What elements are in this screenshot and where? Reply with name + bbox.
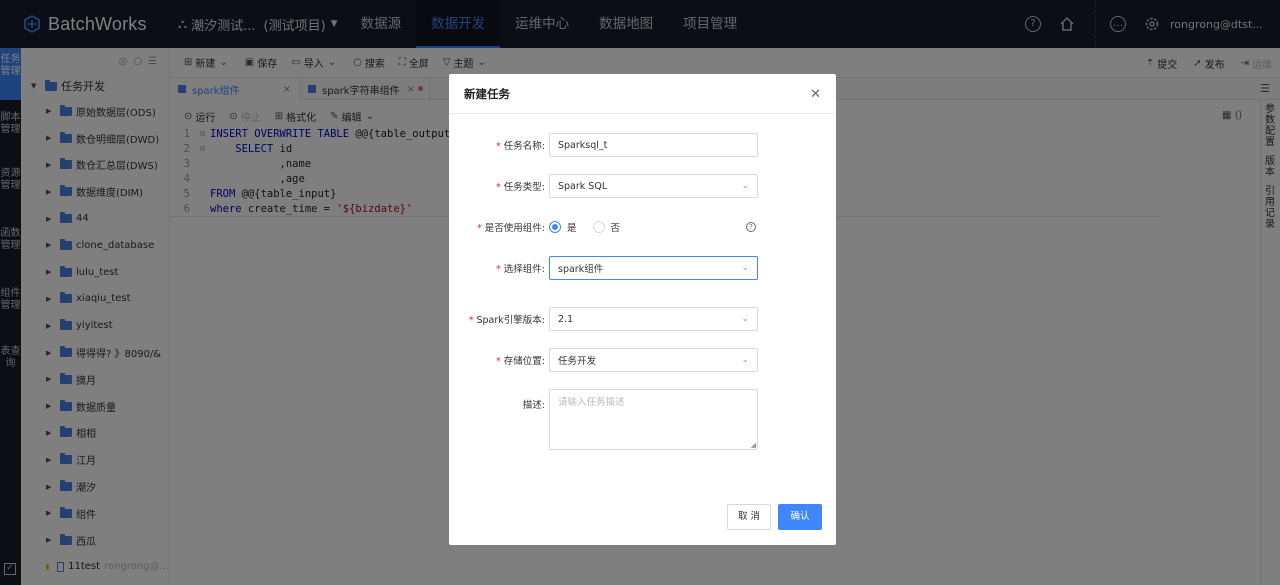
label-text: 是否使用组件 (484, 223, 542, 234)
resize-handle-icon[interactable]: ◢ (751, 441, 756, 449)
chevron-down-icon: ⌄ (741, 355, 749, 365)
radio-no[interactable]: 否 (592, 220, 621, 234)
location-select[interactable]: 任务开发 ⌄ (549, 348, 758, 372)
label-text: 选择组件 (503, 264, 542, 275)
component-select[interactable]: spark组件 ⌄ (549, 256, 758, 280)
radio-yes[interactable]: 是 (549, 220, 577, 234)
task-name-label: * 任务名称: (496, 141, 545, 152)
modal-footer: 取 消 确认 (449, 504, 836, 531)
description-textarea[interactable]: 请输入任务描述 ◢ (549, 389, 758, 450)
use-component-row: * 是否使用组件: 是 否 ? (449, 220, 836, 234)
radio-label: 否 (610, 223, 621, 234)
location-row: * 存储位置: 任务开发 ⌄ (449, 348, 836, 372)
location-label: * 存储位置: (496, 356, 545, 367)
required-mark: * (477, 223, 482, 234)
close-icon[interactable]: ✕ (810, 87, 821, 102)
component-row: * 选择组件: spark组件 ⌄ (449, 256, 836, 280)
chevron-down-icon: ⌄ (741, 263, 749, 273)
new-task-modal: 新建任务 ✕ * 任务名称: Sparksql_t * 任务类型: Spark SQ… (449, 74, 836, 545)
cancel-button[interactable]: 取 消 (727, 504, 771, 530)
task-type-label: * 任务类型: (496, 182, 545, 193)
task-type-row: * 任务类型: Spark SQL ⌄ (449, 174, 836, 198)
select-value: 2.1 (558, 313, 574, 325)
engine-version-row: * Spark引擎版本: 2.1 ⌄ (449, 307, 836, 331)
label-text: 任务类型 (503, 182, 542, 193)
required-mark: * (496, 356, 501, 367)
use-component-label: * 是否使用组件: (477, 223, 545, 234)
task-type-select[interactable]: Spark SQL ⌄ (549, 174, 758, 198)
radio-unchecked-icon (592, 221, 605, 233)
modal-title: 新建任务 (464, 86, 510, 101)
description-row: 描述: 请输入任务描述 ◢ (449, 389, 836, 450)
component-label: * 选择组件: (496, 264, 545, 275)
label-text: 存储位置 (503, 356, 542, 367)
label-text: Spark引擎版本 (476, 315, 542, 326)
required-mark: * (496, 141, 501, 152)
select-value: spark组件 (558, 264, 604, 275)
radio-label: 是 (567, 223, 577, 234)
confirm-button[interactable]: 确认 (778, 504, 822, 530)
radio-checked-icon (549, 221, 561, 233)
chevron-down-icon: ⌄ (741, 181, 749, 191)
select-value: 任务开发 (558, 356, 597, 367)
description-label: 描述: (522, 400, 545, 411)
chevron-down-icon: ⌄ (741, 314, 749, 324)
task-name-row: * 任务名称: Sparksql_t (449, 133, 836, 157)
required-mark: * (468, 315, 474, 326)
engine-version-select[interactable]: 2.1 ⌄ (549, 307, 758, 331)
task-name-input[interactable]: Sparksql_t (549, 133, 758, 157)
required-mark: * (496, 264, 501, 275)
select-value: Spark SQL (558, 180, 608, 192)
required-mark: * (496, 182, 501, 193)
modal-header: 新建任务 ✕ (449, 74, 836, 114)
help-icon[interactable]: ? (746, 222, 756, 232)
label-text: 描述 (522, 400, 542, 411)
textarea-placeholder: 请输入任务描述 (558, 397, 625, 408)
engine-version-label: * Spark引擎版本: (468, 315, 545, 326)
label-text: 任务名称 (503, 141, 542, 152)
